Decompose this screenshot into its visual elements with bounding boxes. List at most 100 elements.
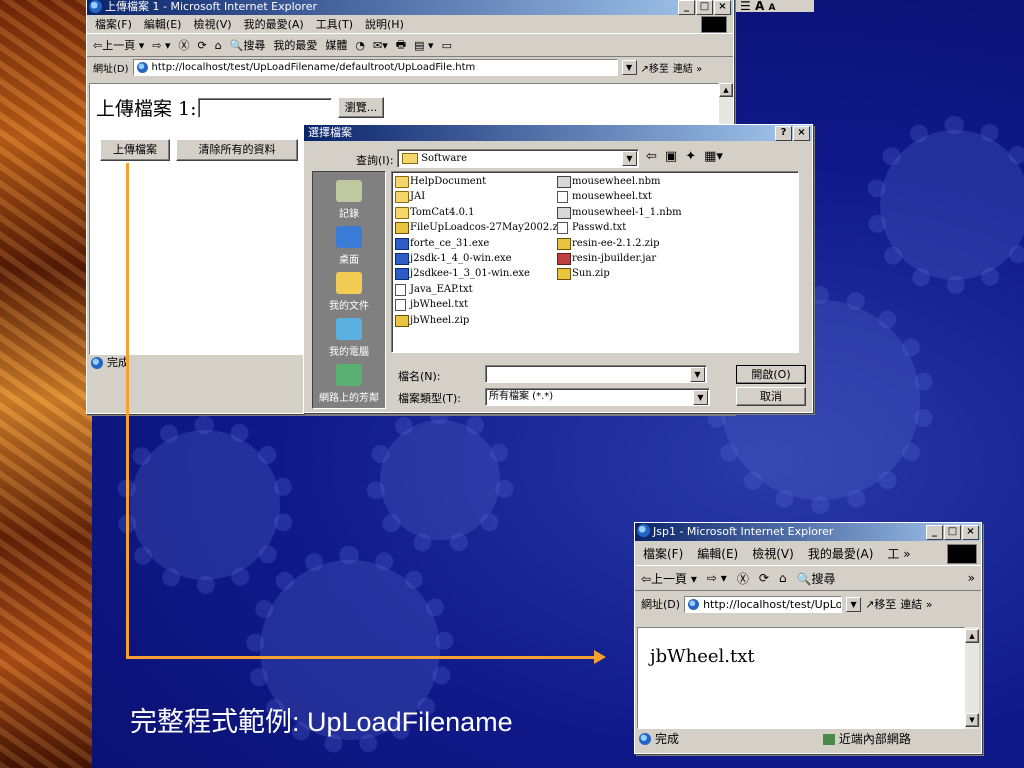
file-item[interactable]: jbWheel.zip [394, 313, 554, 328]
search-button[interactable]: 🔍搜尋 [797, 570, 836, 587]
filename-dropdown-icon[interactable]: ▼ [690, 367, 705, 382]
address-value: http://localhost/test/UpLoad [703, 597, 843, 611]
file-item[interactable]: resin-ee-2.1.2.zip [556, 236, 796, 251]
refresh-icon[interactable]: ⟳ [198, 39, 207, 52]
toolbar-more[interactable]: » [968, 571, 975, 585]
dialog-close-button[interactable]: × [793, 126, 810, 141]
look-in-dropdown-icon[interactable]: ▼ [622, 151, 637, 166]
favorites-button[interactable]: 我的最愛 [273, 37, 317, 53]
bullets-icon[interactable]: ☰ [740, 0, 751, 13]
menu-view[interactable]: 檢視(V) [752, 545, 794, 562]
go-button[interactable]: ↗移至 [865, 596, 896, 612]
menu-help[interactable]: 說明(H) [365, 16, 404, 32]
view-menu-icon[interactable]: ▦▾ [704, 149, 723, 164]
address-dropdown-icon[interactable]: ▼ [621, 59, 637, 75]
scroll-up-icon[interactable]: ▲ [719, 83, 733, 97]
ie-icon [637, 524, 650, 537]
filetype-value: 所有檔案 (*.*) [489, 391, 554, 402]
address-input[interactable]: http://localhost/test/UpLoadFilename/def… [132, 58, 618, 76]
place-desktop[interactable]: 桌面 [313, 226, 385, 266]
media-button[interactable]: 媒體 [325, 37, 347, 53]
file-item[interactable]: Passwd.txt [556, 220, 796, 235]
filename-label: 檔名(N): [398, 370, 441, 383]
place-my-documents[interactable]: 我的文件 [313, 272, 385, 312]
file-item[interactable]: HelpDocument [394, 174, 554, 189]
file-item[interactable]: FileUpLoadcos-27May2002.zip [394, 220, 567, 235]
file-item[interactable]: resin-jbuilder.jar [556, 251, 796, 266]
cancel-button[interactable]: 取消 [736, 387, 806, 406]
file-item[interactable]: mousewheel.nbm [556, 174, 796, 189]
home-icon[interactable]: ⌂ [215, 39, 222, 52]
file-item[interactable]: TomCat4.0.1 [394, 205, 554, 220]
menu-edit[interactable]: 編輯(E) [144, 16, 182, 32]
result-content-area: jbWheel.txt [637, 627, 965, 729]
menu-edit[interactable]: 編輯(E) [697, 545, 738, 562]
result-scrollbar[interactable]: ▲ ▼ [965, 627, 979, 729]
open-button[interactable]: 開啟(O) [736, 365, 806, 384]
scroll-down-icon[interactable]: ▼ [965, 713, 979, 727]
forward-button[interactable]: ⇨ ▾ [707, 571, 727, 585]
close-button[interactable]: × [714, 0, 731, 15]
links-button[interactable]: 連結 » [900, 596, 932, 612]
decrease-font-icon[interactable]: A [768, 3, 775, 13]
filename-input[interactable]: ▼ [485, 365, 707, 383]
minimize-button[interactable]: _ [678, 0, 695, 15]
history-icon[interactable]: ◔ [355, 39, 365, 52]
back-arrow-icon[interactable]: ⇦ [646, 149, 657, 164]
home-icon[interactable]: ⌂ [779, 571, 787, 585]
file-item[interactable]: mousewheel-1_1.nbm [556, 205, 796, 220]
main-toolbar: ⇦上一頁 ▾ ⇨ ▾ Ⓧ ⟳ ⌂ 🔍搜尋 我的最愛 媒體 ◔ ✉▾ 🖶 ▤ ▾ … [87, 33, 733, 57]
file-item[interactable]: j2sdk-1_4_0-win.exe [394, 251, 554, 266]
stop-icon[interactable]: Ⓧ [737, 570, 749, 587]
browse-button[interactable]: 瀏覽... [338, 97, 384, 118]
file-item[interactable]: j2sdkee-1_3_01-win.exe [394, 266, 554, 281]
menu-favorites[interactable]: 我的最愛(A) [244, 16, 304, 32]
scroll-up-icon[interactable]: ▲ [965, 629, 979, 643]
close-button[interactable]: × [962, 525, 979, 540]
up-folder-icon[interactable]: ▣ [665, 149, 677, 164]
print-icon[interactable]: 🖶 [396, 36, 406, 55]
file-item[interactable]: jbWheel.txt [394, 297, 554, 312]
menu-file[interactable]: 檔案(F) [643, 545, 683, 562]
place-network[interactable]: 網路上的芳鄰 [313, 364, 385, 404]
file-item[interactable]: mousewheel.txt [556, 189, 796, 204]
address-label: 網址(D) [93, 63, 129, 75]
help-button[interactable]: ? [775, 126, 792, 141]
edit-icon[interactable]: ▤ ▾ [414, 39, 433, 52]
discuss-icon[interactable]: ▭ [442, 39, 452, 52]
upload-file-input[interactable] [198, 98, 332, 118]
stop-icon[interactable]: Ⓧ [179, 37, 190, 53]
maximize-button[interactable]: □ [696, 0, 713, 15]
back-button[interactable]: ⇦上一頁 ▾ [93, 37, 144, 53]
clear-all-button[interactable]: 清除所有的資料 [176, 139, 298, 161]
file-list[interactable]: HelpDocument JAI TomCat4.0.1 FileUpLoadcos-… [391, 171, 799, 353]
filetype-select[interactable]: 所有檔案 (*.*) ▼ [485, 388, 710, 406]
increase-font-icon[interactable]: A [755, 0, 764, 13]
place-my-computer[interactable]: 我的電腦 [313, 318, 385, 358]
mail-icon[interactable]: ✉▾ [373, 39, 388, 52]
file-item[interactable]: forte_ce_31.exe [394, 236, 554, 251]
forward-button[interactable]: ⇨ ▾ [152, 39, 170, 52]
file-item[interactable]: Java_EAP.txt [394, 282, 554, 297]
maximize-button[interactable]: □ [944, 525, 961, 540]
back-button[interactable]: ⇦上一頁 ▾ [641, 570, 697, 587]
links-button[interactable]: 連結 » [673, 60, 702, 75]
menu-favorites[interactable]: 我的最愛(A) [808, 545, 874, 562]
new-folder-icon[interactable]: ✦ [685, 149, 696, 164]
file-item[interactable]: JAI [394, 189, 554, 204]
menu-more[interactable]: 工 » [887, 545, 910, 562]
menu-file[interactable]: 檔案(F) [95, 16, 132, 32]
go-button[interactable]: ↗移至 [641, 60, 669, 75]
minimize-button[interactable]: _ [926, 525, 943, 540]
menu-view[interactable]: 檢視(V) [193, 16, 231, 32]
refresh-icon[interactable]: ⟳ [759, 571, 769, 585]
menu-tools[interactable]: 工具(T) [316, 16, 353, 32]
address-dropdown-icon[interactable]: ▼ [846, 596, 862, 612]
filetype-dropdown-icon[interactable]: ▼ [693, 390, 708, 405]
place-history[interactable]: 記錄 [313, 180, 385, 220]
file-item[interactable]: Sun.zip [556, 266, 796, 281]
look-in-select[interactable]: Software ▼ [397, 149, 639, 168]
upload-button[interactable]: 上傳檔案 [100, 139, 170, 161]
address-input[interactable]: http://localhost/test/UpLoad [684, 595, 843, 613]
search-button[interactable]: 🔍搜尋 [230, 37, 266, 53]
